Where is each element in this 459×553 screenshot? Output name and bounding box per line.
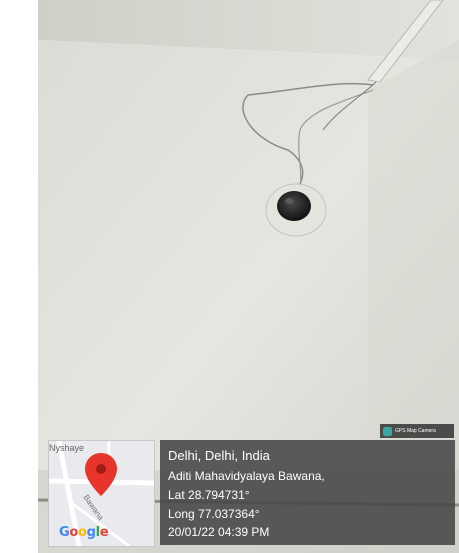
- camera-lens-glint: [285, 198, 293, 204]
- location-stamp: Delhi, Delhi, India Aditi Mahavidyalaya …: [160, 440, 455, 545]
- latitude-text: Lat 28.794731°: [168, 488, 250, 502]
- camera-app-icon: [383, 426, 392, 436]
- address-text: Aditi Mahavidyalaya Bawana,: [168, 469, 325, 483]
- location-text: Delhi, Delhi, India: [168, 448, 270, 463]
- google-logo: Google: [59, 525, 109, 540]
- app-badge: GPS Map Camera: [380, 424, 454, 438]
- badge-label: GPS Map Camera: [395, 428, 436, 434]
- longitude-text: Long 77.037364°: [168, 507, 260, 521]
- camera-dome-icon: [277, 191, 311, 221]
- datetime-text: 20/01/22 04:39 PM: [168, 525, 270, 539]
- map-thumbnail: Nyshaye Bawana Google: [48, 440, 155, 547]
